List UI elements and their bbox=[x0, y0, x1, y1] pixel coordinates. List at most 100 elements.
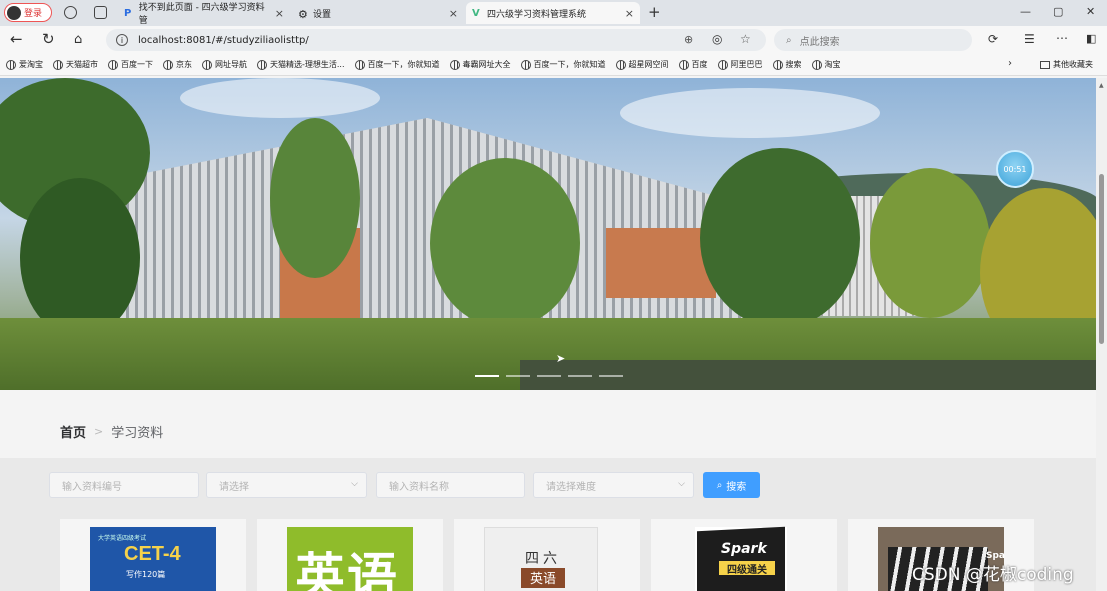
input-placeholder: 输入资料名称 bbox=[389, 481, 449, 493]
input-placeholder: 请选择 bbox=[219, 481, 249, 493]
translate-icon[interactable]: ◎ bbox=[712, 32, 722, 46]
url-bar[interactable]: i localhost:8081/#/studyziliaolisttp/ ⊕ … bbox=[106, 29, 766, 51]
button-label: 搜索 bbox=[726, 481, 747, 493]
tab-label: 找不到此页面 - 四六级学习资料管 bbox=[138, 3, 265, 26]
bookmark-label: 百度一下 bbox=[121, 60, 153, 69]
cloud bbox=[180, 78, 380, 118]
cover-title: 英语 bbox=[295, 547, 399, 591]
tab-settings[interactable]: ⚙ 设置 × bbox=[292, 2, 464, 24]
search-button[interactable]: ⌕ 搜索 bbox=[703, 472, 760, 498]
minimize-icon[interactable]: — bbox=[1020, 5, 1031, 18]
carousel-dot[interactable] bbox=[537, 375, 561, 377]
bookmark-item[interactable]: 百度一下，你就知道 bbox=[354, 59, 440, 70]
material-card[interactable]: Spark 四级通关 bbox=[651, 519, 837, 591]
bookmark-item[interactable]: 爱淘宝 bbox=[6, 59, 43, 70]
refresh-icon[interactable]: ↻ bbox=[42, 30, 55, 48]
tree bbox=[270, 118, 360, 278]
book-cover: Spark 四级通关 bbox=[695, 526, 787, 591]
bookmark-item[interactable]: 超星网空间 bbox=[615, 59, 669, 70]
bookmark-item[interactable]: 搜索 bbox=[772, 59, 802, 70]
window-close-icon[interactable]: ✕ bbox=[1086, 5, 1095, 18]
bookmark-item[interactable]: 百度一下，你就知道 bbox=[520, 59, 606, 70]
bookmark-label: 百度 bbox=[691, 60, 708, 69]
carousel-dot[interactable] bbox=[506, 375, 530, 377]
breadcrumb-home[interactable]: 首页 bbox=[60, 422, 86, 441]
chevron-down-icon: ⌵ bbox=[678, 479, 685, 489]
bookmark-item[interactable]: 天猫精选-理想生活... bbox=[257, 59, 345, 70]
globe-icon bbox=[354, 59, 365, 70]
folder-icon bbox=[1040, 60, 1050, 69]
cover-subtitle: 英语 bbox=[521, 568, 565, 588]
tab-not-found[interactable]: P 找不到此页面 - 四六级学习资料管 × bbox=[118, 2, 290, 26]
more-icon[interactable]: ⋯ bbox=[1056, 31, 1068, 45]
other-bookmarks[interactable]: 其他收藏夹 bbox=[1040, 59, 1093, 70]
tab-study-system[interactable]: V 四六级学习资料管理系统 × bbox=[466, 2, 640, 24]
globe-icon bbox=[53, 59, 63, 70]
close-icon[interactable]: × bbox=[449, 7, 458, 20]
workspaces-icon[interactable] bbox=[64, 6, 77, 19]
globe-icon bbox=[257, 59, 267, 70]
cloud bbox=[620, 88, 880, 138]
bookmark-item[interactable]: 网址导航 bbox=[202, 59, 247, 70]
bookmark-item[interactable]: 淘宝 bbox=[811, 59, 841, 70]
profile-button[interactable]: 登录 bbox=[4, 3, 52, 22]
bookmark-label: 京东 bbox=[176, 60, 192, 69]
bookmark-label: 毒霸网址大全 bbox=[462, 60, 511, 69]
difficulty-select[interactable]: 请选择难度 ⌵ bbox=[533, 472, 694, 498]
globe-icon bbox=[163, 59, 173, 70]
carousel-dot[interactable] bbox=[568, 375, 592, 377]
browser-tab-bar: 登录 P 找不到此页面 - 四六级学习资料管 × ⚙ 设置 × V 四六级学习资… bbox=[0, 0, 1107, 26]
url-text: localhost:8081/#/studyziliaolisttp/ bbox=[138, 34, 309, 46]
carousel-indicators bbox=[475, 375, 623, 377]
name-input[interactable]: 输入资料名称 bbox=[376, 472, 525, 498]
chevron-right-icon[interactable]: › bbox=[1008, 58, 1012, 69]
search-icon: ⌕ bbox=[716, 479, 723, 491]
zoom-icon[interactable]: ⊕ bbox=[684, 33, 693, 46]
scrollbar-thumb[interactable] bbox=[1099, 174, 1104, 344]
page-scrollbar[interactable]: ▲ bbox=[1096, 78, 1107, 591]
material-card[interactable]: 四六 英语 bbox=[454, 519, 640, 591]
carousel-dot[interactable] bbox=[599, 375, 623, 377]
search-input[interactable]: ⌕ 点此搜索 bbox=[774, 29, 972, 51]
tab-actions-icon[interactable] bbox=[94, 6, 107, 19]
favorites-icon[interactable]: ☰ bbox=[1024, 32, 1035, 46]
carousel-banner[interactable]: 00:51 ➤ bbox=[0, 78, 1096, 390]
timer-badge[interactable]: 00:51 bbox=[996, 150, 1034, 188]
bookmark-item[interactable]: 京东 bbox=[163, 59, 192, 70]
profile-label: 登录 bbox=[24, 9, 43, 19]
type-select[interactable]: 请选择 ⌵ bbox=[206, 472, 367, 498]
bookmark-item[interactable]: 天猫超市 bbox=[53, 59, 98, 70]
restore-icon[interactable]: ▢ bbox=[1053, 5, 1063, 18]
bookmark-label: 百度一下，你就知道 bbox=[533, 60, 606, 69]
close-icon[interactable]: × bbox=[275, 7, 284, 20]
material-card[interactable]: 大学英语四级考试 CET-4 写作120篇 bbox=[60, 519, 246, 591]
bookmark-item[interactable]: 百度一下 bbox=[108, 59, 153, 70]
cover-subtitle: 大学英语四级考试 bbox=[98, 535, 147, 542]
material-card[interactable]: 英语 bbox=[257, 519, 443, 591]
tree bbox=[700, 148, 860, 328]
scroll-up-icon[interactable]: ▲ bbox=[1099, 82, 1104, 89]
globe-icon bbox=[717, 59, 728, 70]
bookmark-label: 爱淘宝 bbox=[19, 60, 43, 69]
bookmark-item[interactable]: 阿里巴巴 bbox=[717, 59, 763, 70]
home-icon[interactable]: ⌂ bbox=[74, 32, 82, 47]
gear-icon: ⚙ bbox=[298, 8, 308, 21]
new-tab-button[interactable]: + bbox=[648, 3, 661, 21]
info-icon[interactable]: i bbox=[116, 34, 128, 46]
globe-icon bbox=[615, 59, 626, 70]
bookmark-item[interactable]: 毒霸网址大全 bbox=[449, 59, 511, 70]
book-cover: 大学英语四级考试 CET-4 写作120篇 bbox=[90, 527, 216, 591]
sidebar-icon[interactable]: ◧ bbox=[1086, 32, 1096, 45]
code-input[interactable]: 输入资料编号 bbox=[49, 472, 199, 498]
star-icon[interactable]: ☆ bbox=[740, 32, 751, 46]
bookmark-label: 搜索 bbox=[785, 60, 802, 69]
cover-note: 写作120篇 bbox=[126, 570, 166, 579]
carousel-dot[interactable] bbox=[475, 375, 499, 377]
watermark: CSDN @花椒coding bbox=[912, 565, 1074, 585]
bookmark-label: 天猫超市 bbox=[66, 60, 98, 69]
extensions-icon[interactable]: ⟳ bbox=[988, 32, 998, 46]
close-icon[interactable]: × bbox=[625, 7, 634, 20]
book-cover: 英语 bbox=[287, 527, 413, 591]
back-icon[interactable]: ← bbox=[10, 30, 23, 48]
bookmark-item[interactable]: 百度 bbox=[678, 59, 708, 70]
